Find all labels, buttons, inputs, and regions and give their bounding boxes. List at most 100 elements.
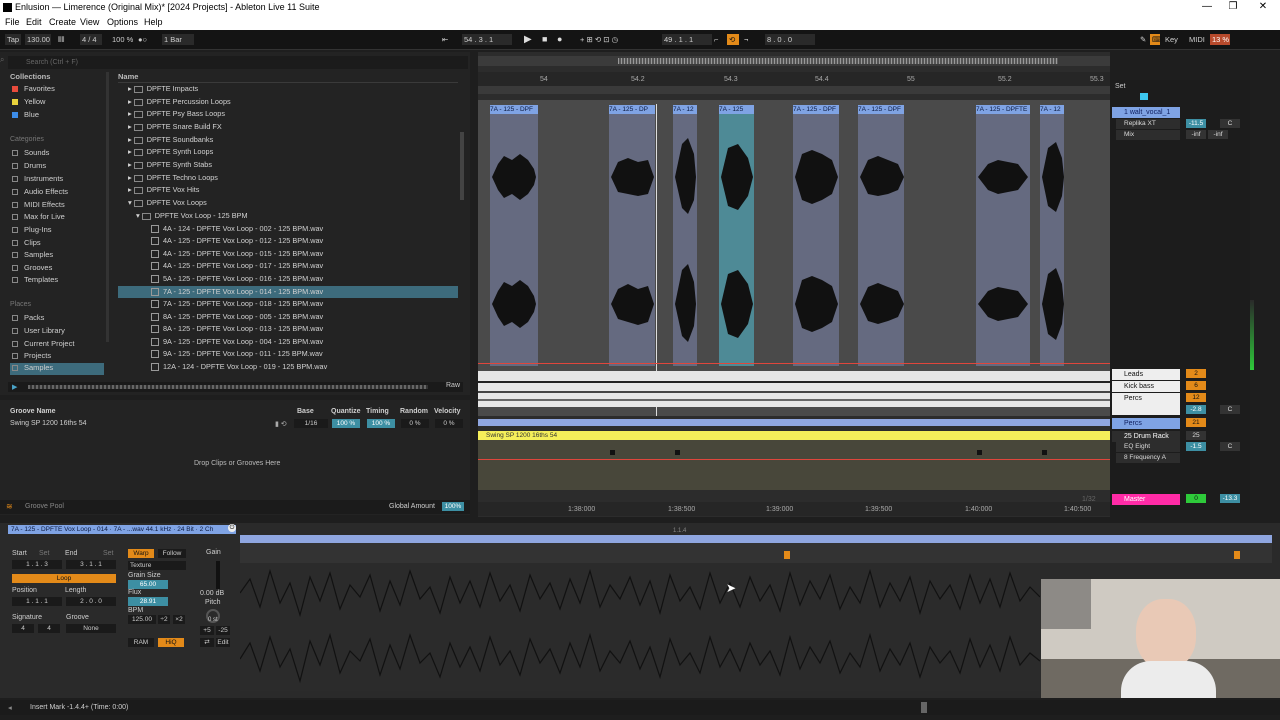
metronome-icon[interactable]: ⦀⦀ — [56, 34, 74, 45]
folder-row[interactable]: ▸ DPFTE Vox Hits — [118, 184, 458, 196]
collection-blue[interactable]: Blue — [12, 110, 39, 122]
place-packs[interactable]: Packs — [12, 313, 44, 325]
half-tempo-button[interactable]: ÷2 — [158, 615, 170, 624]
place-samples[interactable]: Samples — [10, 363, 104, 375]
warp-toggle[interactable]: Warp — [128, 549, 154, 558]
random-field[interactable]: 0 % — [401, 419, 429, 428]
clip-header[interactable]: 7A - 125 - DPFTE — [976, 105, 1030, 114]
position-field[interactable]: 1 . 1 . 1 — [12, 597, 62, 606]
signature-denominator[interactable]: 4 — [38, 624, 60, 633]
preview-strip[interactable]: ▶ Raw — [8, 382, 463, 392]
reverse-icon[interactable]: ⇄ — [200, 638, 214, 647]
raw-toggle[interactable]: Raw — [446, 382, 460, 389]
track-volume[interactable]: -2.8 — [1186, 405, 1206, 414]
midi-map-button[interactable]: MIDI — [1187, 34, 1207, 45]
track-number[interactable]: 21 — [1186, 418, 1206, 427]
stop-button[interactable]: ■ — [540, 34, 549, 45]
track-title-drum-rack[interactable]: 25 Drum Rack — [1112, 431, 1180, 442]
clip-header[interactable]: 7A - 12 — [673, 105, 697, 114]
track-number[interactable]: 2 — [1186, 369, 1206, 378]
track-volume[interactable]: -1.5 — [1186, 442, 1206, 451]
global-amount-field[interactable]: 100% — [442, 502, 464, 511]
folder-row[interactable]: ▾ DPFTE Vox Loops — [118, 197, 458, 209]
category-samples[interactable]: Samples — [12, 250, 53, 262]
gain-slider[interactable] — [216, 561, 220, 589]
category-clips[interactable]: Clips — [12, 238, 41, 250]
follow-icon[interactable]: ●○ — [136, 34, 154, 45]
file-row[interactable]: 7A - 125 - DPFTE Vox Loop - 018 - 125 BP… — [118, 298, 458, 310]
start-field[interactable]: 1 . 1 . 3 — [12, 560, 62, 569]
draw-mode-icon[interactable]: ✎ — [1138, 34, 1148, 45]
folder-row[interactable]: ▸ DPFTE Techno Loops — [118, 172, 458, 184]
menu-help[interactable]: Help — [144, 17, 163, 27]
groove-select[interactable]: None — [66, 624, 116, 633]
clip-header[interactable]: 7A - 12 — [1040, 105, 1064, 114]
end-set-button[interactable]: Set — [103, 550, 114, 557]
time-signature-field[interactable]: 4 / 4 — [80, 34, 102, 45]
track-title-leads[interactable]: Leads — [1112, 369, 1180, 380]
tap-button[interactable]: Tap — [5, 34, 22, 45]
punch-out-icon[interactable]: ¬ — [742, 34, 750, 45]
device-replika[interactable]: Replika XT — [1116, 119, 1180, 129]
file-row-selected[interactable]: 7A - 125 - DPFTE Vox Loop - 014 - 125 BP… — [118, 286, 458, 298]
track-title-percs-group[interactable]: Percs — [1112, 418, 1180, 429]
groove-commit-icon[interactable]: ▮ ⟲ — [275, 420, 287, 428]
arrangement-record-icon[interactable] — [1140, 93, 1148, 100]
flux-field[interactable]: 28.91 — [128, 597, 168, 606]
bpm-field[interactable]: 125.00 — [128, 615, 156, 624]
group-tracks-overview[interactable] — [478, 371, 1110, 407]
file-row[interactable]: 9A - 125 - DPFTE Vox Loop - 004 - 125 BP… — [118, 336, 458, 348]
folder-row[interactable]: ▸ DPFTE Synth Stabs — [118, 159, 458, 171]
place-current-project[interactable]: Current Project — [12, 339, 74, 351]
file-row[interactable]: 8A - 125 - DPFTE Vox Loop - 005 - 125 BP… — [118, 311, 458, 323]
category-templates[interactable]: Templates — [12, 275, 58, 287]
length-field[interactable]: 2 . 0 . 0 — [66, 597, 116, 606]
clip-header[interactable]: 7A - 125 - DPF — [793, 105, 839, 114]
hiq-toggle[interactable]: HiQ — [158, 638, 184, 647]
file-row[interactable]: 4A - 125 - DPFTE Vox Loop - 015 - 125 BP… — [118, 248, 458, 260]
ram-toggle[interactable]: RAM — [128, 638, 154, 647]
file-row[interactable]: 4A - 124 - DPFTE Vox Loop - 002 - 125 BP… — [118, 223, 458, 235]
warp-marker[interactable] — [1234, 551, 1240, 559]
folder-row[interactable]: ▸ DPFTE Soundbanks — [118, 134, 458, 146]
maximize-button[interactable]: ❐ — [1220, 1, 1246, 12]
clip-header[interactable]: 7A - 125 — [719, 105, 754, 114]
beat-ruler[interactable]: 54 54.2 54.3 54.4 55 55.2 55.3 — [478, 72, 1110, 86]
signature-numerator[interactable]: 4 — [12, 624, 34, 633]
file-row[interactable]: 12A - 124 - DPFTE Vox Loop - 019 - 125 B… — [118, 361, 458, 373]
warp-mode-select[interactable]: Texture — [128, 561, 186, 570]
loop-brace[interactable] — [478, 86, 1110, 94]
key-map-button[interactable]: Key — [1163, 34, 1180, 45]
master-number[interactable]: 0 — [1186, 494, 1206, 503]
time-ruler[interactable]: 1:38:000 1:38:500 1:39:000 1:39:500 1:40… — [478, 502, 1110, 516]
transpose-up[interactable]: +5 — [200, 626, 214, 635]
warp-marker[interactable] — [784, 551, 790, 559]
master-volume[interactable]: -13.3 — [1220, 494, 1240, 503]
clip-activator-icon[interactable]: ⏻ — [228, 524, 236, 532]
track-send-2[interactable]: -inf — [1208, 130, 1228, 139]
base-select[interactable]: 1/16 — [294, 419, 328, 428]
transpose-down[interactable]: -25 — [216, 626, 230, 635]
loop-length-field[interactable]: 8 . 0 . 0 — [765, 34, 815, 45]
follow-toggle[interactable]: Follow — [158, 549, 186, 558]
preview-icon[interactable]: ▶ — [12, 383, 20, 391]
device-eq-eight[interactable]: EQ Eight — [1116, 442, 1180, 452]
groove-row-name[interactable]: Swing SP 1200 16ths 54 — [10, 420, 87, 427]
computer-keyboard-icon[interactable]: ⌨ — [1150, 34, 1163, 45]
folder-row[interactable]: ▸ DPFTE Snare Build FX — [118, 121, 458, 133]
track-send[interactable]: -inf — [1186, 130, 1206, 139]
file-row[interactable]: 5A - 125 - DPFTE Vox Loop - 016 - 125 BP… — [118, 273, 458, 285]
grain-size-field[interactable]: 65.00 — [128, 580, 168, 589]
midi-note[interactable] — [610, 450, 615, 455]
warp-marker-strip[interactable] — [240, 543, 1272, 563]
menu-file[interactable]: File — [5, 17, 20, 27]
timing-field[interactable]: 100 % — [367, 419, 395, 428]
track-title-master[interactable]: Master — [1112, 494, 1180, 505]
category-sounds[interactable]: Sounds — [12, 148, 49, 160]
track-pan[interactable]: C — [1220, 442, 1240, 451]
category-max-for-live[interactable]: Max for Live — [12, 212, 65, 224]
device-frequency[interactable]: 8 Frequency A — [1116, 453, 1180, 463]
midi-note[interactable] — [1042, 450, 1047, 455]
category-grooves[interactable]: Grooves — [12, 263, 52, 275]
category-instruments[interactable]: Instruments — [12, 174, 63, 186]
